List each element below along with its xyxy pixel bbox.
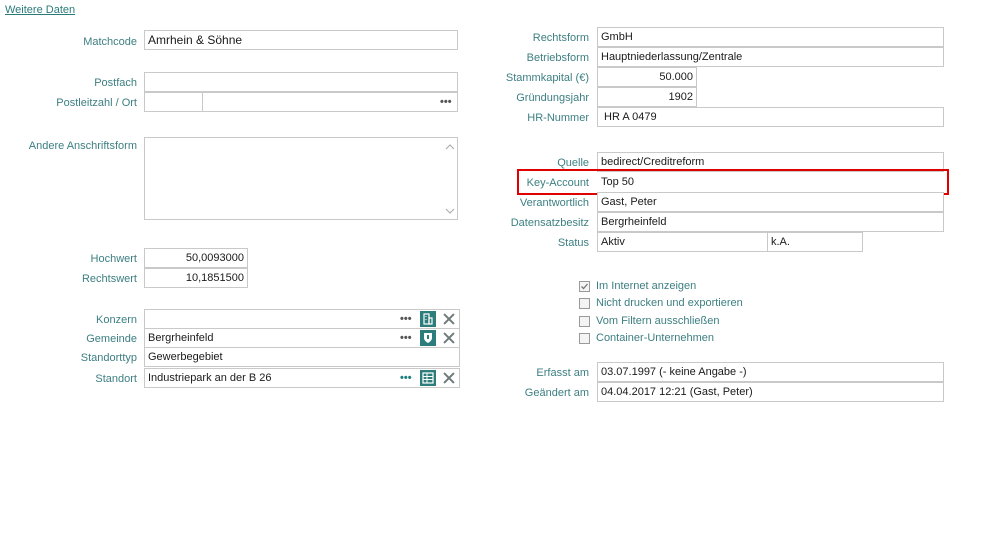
konzern-label: Konzern (96, 314, 137, 326)
gruendungsjahr-label: Gründungsjahr (516, 92, 589, 104)
vom-filtern-label: Vom Filtern ausschließen (596, 315, 720, 327)
rechtsform-field[interactable]: GmbH (597, 27, 944, 47)
internet-anzeigen-checkbox[interactable] (579, 281, 590, 292)
gemeinde-label: Gemeinde (86, 333, 137, 345)
standort-field[interactable]: Industriepark an der B 26 (144, 368, 460, 388)
hochwert-field[interactable]: 50,0093000 (144, 248, 248, 268)
rechtsform-label: Rechtsform (532, 32, 589, 44)
betriebsform-field[interactable]: Hauptniederlassung/Zentrale (597, 47, 944, 67)
standort-lookup-dots[interactable]: ••• (400, 373, 412, 384)
postfach-label: Postfach (94, 77, 137, 89)
gruendungsjahr-field[interactable]: 1902 (597, 87, 697, 107)
erfasst-field: 03.07.1997 (- keine Angabe -) (597, 362, 944, 382)
scroll-down-icon[interactable] (445, 207, 455, 215)
datensatzbesitz-field[interactable]: Bergrheinfeld (597, 212, 944, 232)
konzern-lookup-dots[interactable]: ••• (400, 314, 412, 325)
stammkapital-field[interactable]: 50.000 (597, 67, 697, 87)
hochwert-label: Hochwert (90, 253, 137, 265)
container-unternehmen-checkbox[interactable] (579, 333, 590, 344)
standorttyp-field[interactable]: Gewerbegebiet (144, 347, 460, 367)
container-unternehmen-label: Container-Unternehmen (596, 332, 715, 344)
nicht-drucken-checkbox[interactable] (579, 298, 590, 309)
nicht-drucken-label: Nicht drucken und exportieren (596, 297, 743, 309)
andere-anschriftsform-label: Andere Anschriftsform (28, 140, 137, 152)
standorttyp-label: Standorttyp (80, 352, 137, 364)
erfasst-label: Erfasst am (536, 367, 589, 379)
postfach-field[interactable] (144, 72, 458, 92)
weitere-daten-link[interactable]: Weitere Daten (5, 4, 75, 16)
standort-clear-icon[interactable] (441, 370, 457, 386)
rechtswert-label: Rechtswert (81, 273, 137, 285)
internet-anzeigen-label: Im Internet anzeigen (596, 280, 697, 292)
quelle-label: Quelle (557, 157, 589, 169)
gemeinde-lookup-dots[interactable]: ••• (400, 333, 412, 344)
geaendert-field: 04.04.2017 12:21 (Gast, Peter) (597, 382, 944, 402)
geaendert-label: Geändert am (524, 387, 589, 399)
shield-icon[interactable] (420, 330, 436, 346)
scroll-up-icon[interactable] (445, 143, 455, 151)
building-icon[interactable] (420, 311, 436, 327)
key-account-field[interactable]: Top 50 (597, 172, 944, 192)
plz-ort-label: Postleitzahl / Ort (56, 97, 137, 109)
gemeinde-clear-icon[interactable] (441, 330, 457, 346)
matchcode-field[interactable]: Amrhein & Söhne (144, 30, 458, 50)
konzern-clear-icon[interactable] (441, 311, 457, 327)
datensatzbesitz-label: Datensatzbesitz (510, 217, 589, 229)
ort-lookup-dots[interactable]: ••• (440, 97, 452, 108)
verantwortlich-field[interactable]: Gast, Peter (597, 192, 944, 212)
vom-filtern-checkbox[interactable] (579, 316, 590, 327)
konzern-field[interactable] (144, 309, 460, 329)
stammkapital-label: Stammkapital (€) (505, 72, 589, 84)
verantwortlich-label: Verantwortlich (519, 197, 589, 209)
rechtswert-field[interactable]: 10,1851500 (144, 268, 248, 288)
andere-anschriftsform-textarea[interactable] (144, 137, 458, 220)
hr-nummer-label: HR-Nummer (527, 112, 589, 124)
standort-label: Standort (95, 373, 137, 385)
plz-field[interactable] (144, 92, 203, 112)
status-field[interactable]: Aktiv (597, 232, 768, 252)
hr-nummer-field[interactable]: HR A 0479 (597, 107, 944, 127)
status-label: Status (557, 237, 589, 249)
status-secondary-field[interactable]: k.A. (767, 232, 863, 252)
matchcode-label: Matchcode (83, 36, 137, 48)
betriebsform-label: Betriebsform (526, 52, 589, 64)
key-account-label: Key-Account (526, 177, 589, 189)
gemeinde-field[interactable]: Bergrheinfeld (144, 328, 460, 348)
ort-field[interactable] (202, 92, 458, 112)
map-grid-icon[interactable] (420, 370, 436, 386)
